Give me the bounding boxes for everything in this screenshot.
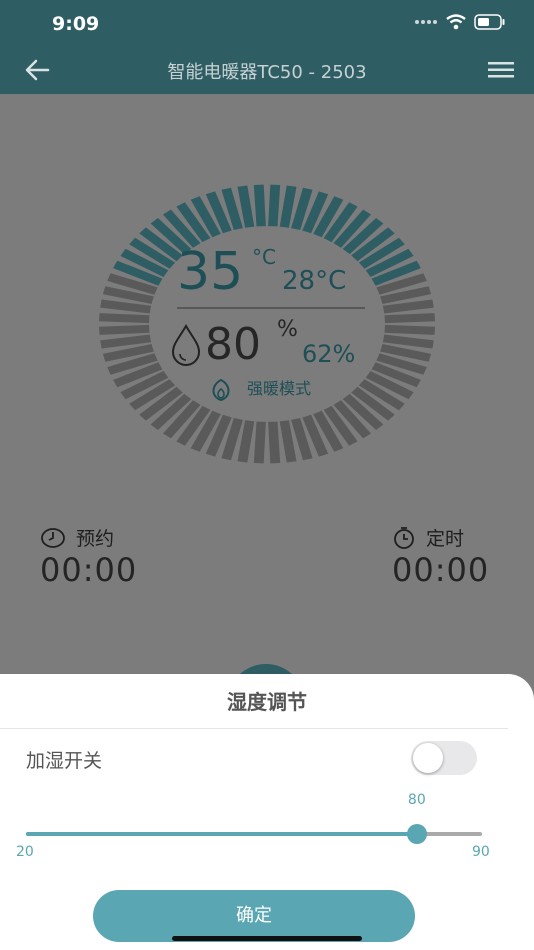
slider-min-label: 20 [16, 844, 34, 860]
reserve-label: 预约 [76, 528, 115, 550]
dial-segment-inactive [99, 313, 150, 324]
slider-max-label: 90 [472, 844, 490, 860]
timer-label: 定时 [426, 528, 465, 550]
timer-time: 00:00 [392, 551, 490, 589]
menu-icon[interactable] [488, 60, 514, 80]
status-icons [414, 14, 506, 30]
sheet-title: 湿度调节 [227, 690, 307, 714]
nav-bar: 智能电暖器TC50 - 2503 [0, 46, 534, 94]
reserve-section[interactable]: 预约 00:00 [40, 524, 137, 589]
dial-segment-active [268, 184, 281, 227]
status-bar: 9:09 [0, 0, 534, 46]
heat-mode-icon [212, 378, 230, 402]
dial-segment-inactive [384, 324, 435, 335]
current-humidity: 62% [302, 340, 355, 368]
current-temperature: 28°C [282, 266, 346, 296]
mode-label: 强暖模式 [247, 379, 311, 398]
wifi-icon [446, 14, 466, 30]
water-drop-icon [171, 324, 201, 366]
reserve-time: 00:00 [40, 551, 138, 589]
dial-segments [99, 184, 435, 464]
clock-icon [41, 527, 65, 548]
dial-segment-inactive [268, 421, 281, 464]
cellular-signal-icon [415, 20, 437, 24]
sheet-divider [0, 728, 508, 729]
dial-segment-active [253, 184, 266, 227]
slider-current-value: 80 [407, 792, 426, 808]
battery-icon [474, 14, 505, 30]
set-temperature: 35 [177, 242, 243, 302]
page-title: 智能电暖器TC50 - 2503 [167, 62, 367, 83]
home-indicator [172, 936, 362, 941]
water-drop-icon-inner [179, 353, 187, 361]
confirm-button[interactable]: 确定 [93, 890, 415, 942]
status-time: 9:09 [52, 13, 100, 35]
humidify-switch-label: 加湿开关 [26, 750, 103, 772]
slider-fill [26, 832, 417, 836]
set-humidity: 80 [205, 319, 261, 370]
set-humidity-unit: % [277, 317, 298, 342]
slider-thumb[interactable] [406, 824, 427, 844]
toggle-knob[interactable] [413, 743, 443, 773]
set-temperature-unit: °C [252, 245, 276, 269]
dial-segment-inactive [253, 421, 266, 464]
temperature-dial[interactable]: 35 °C 28°C 80 % 62% 强暖模式 [97, 184, 437, 464]
stopwatch-icon [394, 526, 414, 549]
timer-section[interactable]: 定时 00:00 [392, 524, 489, 589]
humidity-sheet: 湿度调节 加湿开关 80 20 90 确定 [0, 674, 534, 950]
humidify-toggle[interactable] [411, 741, 477, 775]
dial-segment-inactive [384, 313, 435, 324]
humidity-slider[interactable] [26, 824, 482, 844]
dial-segment-inactive [99, 324, 150, 335]
